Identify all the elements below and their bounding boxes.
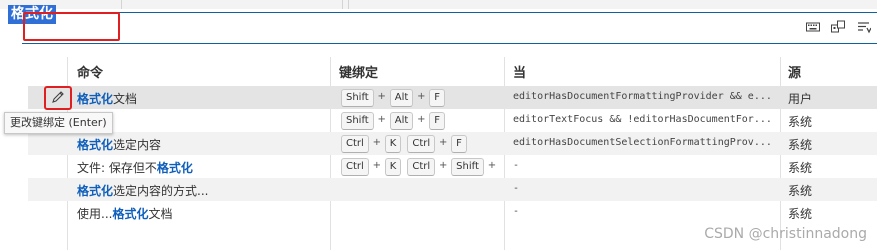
key-cap: F	[429, 112, 446, 130]
source-label: 用户	[788, 92, 813, 106]
when-clause: editorHasDocumentSelectionFormattingProv…	[513, 137, 772, 148]
key-cap: Ctrl	[341, 135, 369, 153]
table-row[interactable]: 格式化文档 Shift + Alt + F editorHasDocumentForma…	[28, 86, 877, 109]
keybinding: Shift + Alt + F	[341, 89, 446, 107]
source-label: 系统	[788, 115, 813, 129]
table-row[interactable]: 格式化选定内容的方式... - 系统	[28, 178, 877, 201]
keyboard-icon[interactable]	[806, 20, 820, 34]
edit-keybinding-tooltip: 更改键绑定 (Enter)	[4, 112, 113, 134]
top-strip	[0, 0, 877, 9]
when-clause: -	[513, 183, 520, 194]
key-cap: F	[429, 89, 446, 107]
search-highlight-box	[23, 12, 120, 41]
header-keybinding[interactable]: 键绑定	[339, 62, 378, 81]
key-cap: Shift	[341, 89, 374, 107]
when-clause: -	[513, 160, 520, 171]
command-label: 文件: 保存但不格式化	[77, 161, 193, 175]
key-cap: Ctrl	[407, 135, 436, 153]
header-source[interactable]: 源	[788, 62, 801, 81]
table-row[interactable]: 使用...格式化文档 - 系统	[28, 201, 877, 224]
when-clause: editorHasDocumentFormattingProvider && e…	[513, 91, 772, 102]
key-cap: Shift	[451, 158, 484, 176]
key-cap: Ctrl	[341, 158, 369, 176]
header-command[interactable]: 命令	[77, 62, 103, 81]
when-clause: -	[513, 206, 520, 217]
command-label: 格式化选定内容	[77, 138, 162, 152]
source-label: 系统	[788, 207, 813, 221]
command-label: 格式化文档	[77, 92, 138, 106]
when-clause: editorTextFocus && !editorHasDocumentFor…	[513, 114, 772, 125]
key-cap: F	[451, 135, 467, 153]
watermark: CSDN @christinnadong	[704, 226, 867, 242]
keybinding: Ctrl + K Ctrl + F	[341, 135, 467, 153]
table-row[interactable]: 文件: 保存但不格式化 Ctrl + K Ctrl + Shift + - 系统	[28, 155, 877, 178]
keybinding: Ctrl + K Ctrl + Shift +	[341, 158, 521, 176]
key-cap: Ctrl	[407, 158, 436, 176]
key-cap: K	[384, 158, 402, 176]
key-cap: Shift	[341, 112, 374, 130]
sort-by-precedence-icon[interactable]	[857, 20, 871, 34]
key-cap: Alt	[389, 89, 414, 107]
table-row[interactable]: 格式化选定内容 Ctrl + K Ctrl + F editorHasDocumentSe…	[28, 132, 877, 155]
source-label: 系统	[788, 161, 813, 175]
header-when[interactable]: 当	[513, 62, 526, 81]
keybinding: Shift + Alt + F	[341, 112, 446, 130]
record-keys-icon[interactable]	[831, 20, 845, 34]
source-label: 系统	[788, 184, 813, 198]
key-cap: K	[384, 135, 402, 153]
table-header: 命令 键绑定 当 源	[0, 57, 877, 83]
source-label: 系统	[788, 138, 813, 152]
key-cap: Alt	[389, 112, 414, 130]
command-label: 格式化选定内容的方式...	[77, 184, 209, 198]
pencil-icon[interactable]	[51, 90, 65, 104]
command-label: 使用...格式化文档	[77, 207, 173, 221]
search-bar	[22, 12, 877, 44]
table-row[interactable]: 文档 Shift+Alt+F editorTextFocus && !edito…	[28, 109, 877, 132]
